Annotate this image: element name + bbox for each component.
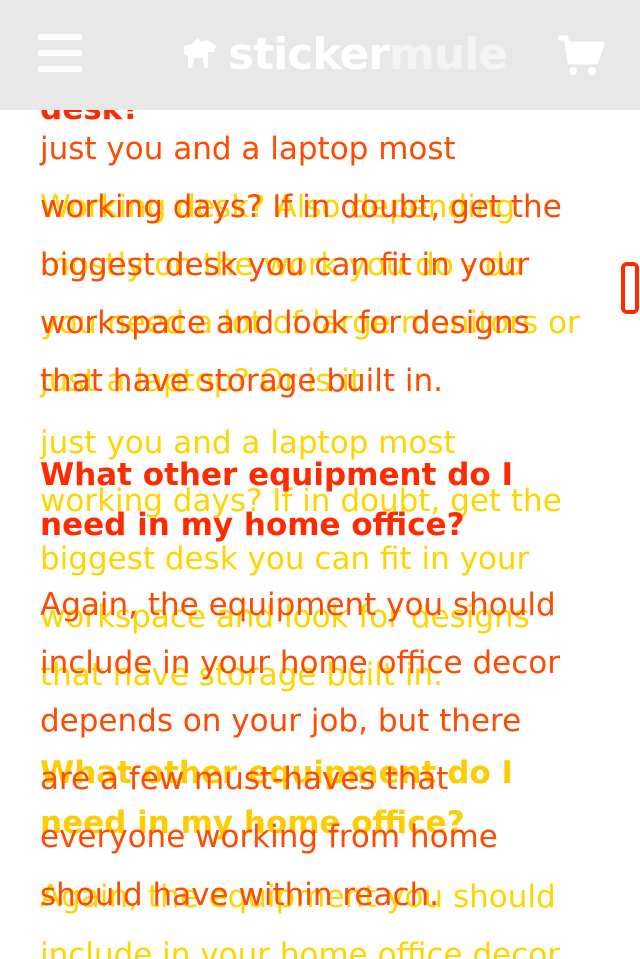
heading-equipment-repeat: What other equipment do I need in my hom… <box>40 755 514 841</box>
logo-text-mule: mule <box>389 28 508 80</box>
shopping-cart-icon[interactable] <box>556 34 604 78</box>
logo-text-sticker: sticker <box>228 28 390 80</box>
paragraph-equipment-repeat: Again, the equipment you should include … <box>40 879 560 959</box>
paragraph-desk-advice: just you and a laptop most working days?… <box>40 131 562 399</box>
paragraph-desk-advice-repeat: just you and a laptop most working days?… <box>40 425 562 693</box>
logo-wordmark: stickermule <box>228 28 508 80</box>
site-header: stickermule <box>0 0 640 110</box>
paragraph-equipment: Again, the equipment you should include … <box>40 587 560 913</box>
scroll-indicator[interactable] <box>621 262 639 314</box>
hamburger-menu-icon[interactable] <box>38 34 82 72</box>
heading-equipment: What other equipment do I need in my hom… <box>40 457 514 543</box>
content-layer-primary: desk? just you and a laptop most working… <box>0 0 640 959</box>
content-layer-secondary: Working desk? Also depending mostly on t… <box>0 0 640 959</box>
mule-icon <box>184 38 216 68</box>
paragraph-working-desk: Working desk? Also depending mostly on t… <box>40 189 580 399</box>
sticker-mule-logo[interactable]: stickermule <box>178 24 508 84</box>
